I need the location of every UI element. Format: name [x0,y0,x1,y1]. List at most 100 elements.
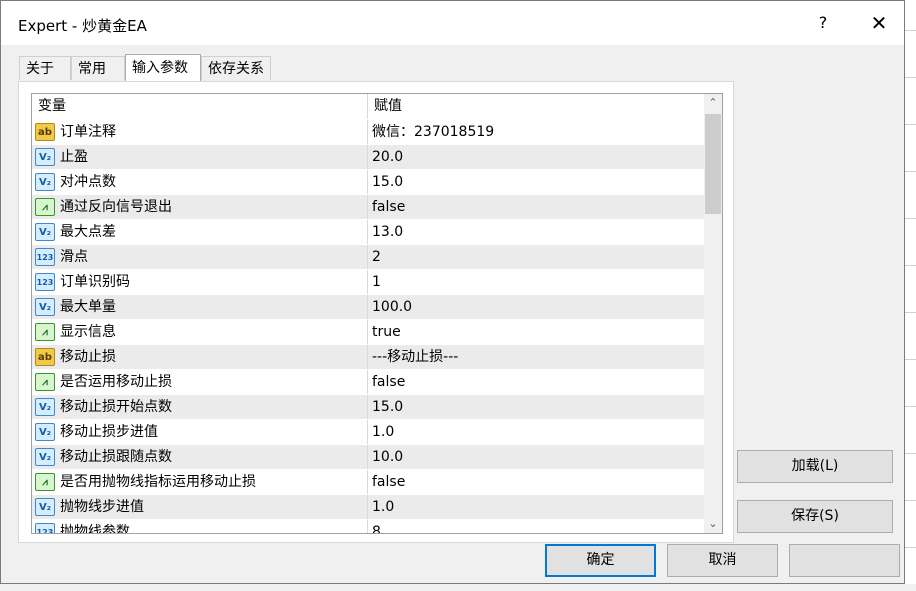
double-type-icon: V₂ [35,148,55,166]
table-row[interactable]: V₂ 止盈 20.0 [32,144,704,170]
load-button[interactable]: 加载(L) [737,450,893,483]
close-button[interactable]: ✕ [861,7,897,39]
parameter-name: 订单识别码 [60,274,130,290]
table-row[interactable]: V₂ 对冲点数 15.0 [32,169,704,195]
parameter-name: 是否运用移动止损 [60,374,172,390]
column-header-value[interactable]: 赋值 [368,94,704,119]
scroll-down-arrow-icon[interactable]: ⌄ [704,515,722,533]
table-row[interactable]: ⩘ 是否运用移动止损 false [32,369,704,395]
int-type-icon: 123 [35,523,55,533]
chart-gridline [905,124,916,125]
save-button[interactable]: 保存(S) [737,500,893,533]
column-divider [367,270,368,295]
parameter-name: 抛物线参数 [60,524,130,534]
expert-properties-dialog: Expert - 炒黄金EA ? ✕ 关于 常用 输入参数 依存关系 变量 赋值… [0,0,905,584]
help-button[interactable]: ? [807,7,839,39]
table-row[interactable]: V₂ 抛物线步进值 1.0 [32,494,704,520]
table-row[interactable]: 123 订单识别码 1 [32,269,704,295]
column-divider [367,120,368,145]
vertical-scrollbar[interactable]: ⌃ ⌄ [704,94,722,533]
column-divider [367,445,368,470]
table-row[interactable]: ⩘ 通过反向信号退出 false [32,194,704,220]
parameter-value[interactable]: ---移动止损--- [372,345,458,369]
tab-common[interactable]: 常用 [71,56,125,80]
table-row[interactable]: V₂ 移动止损跟随点数 10.0 [32,444,704,470]
bool-type-icon: ⩘ [35,323,55,341]
table-row[interactable]: V₂ 最大单量 100.0 [32,294,704,320]
tab-about[interactable]: 关于 [19,56,71,80]
parameter-name: 移动止损开始点数 [60,399,172,415]
parameter-value[interactable]: 1 [372,270,381,294]
table-row[interactable]: ⩘ 是否用抛物线指标运用移动止损 false [32,469,704,495]
double-type-icon: V₂ [35,423,55,441]
table-row[interactable]: ⩘ 显示信息 true [32,319,704,345]
chart-gridline [905,453,916,454]
column-divider [367,320,368,345]
parameter-value[interactable]: 15.0 [372,395,403,419]
parameter-name: 移动止损 [60,349,116,365]
text-type-icon: ab [35,123,55,141]
parameter-name: 是否用抛物线指标运用移动止损 [60,474,256,490]
tab-dependencies[interactable]: 依存关系 [201,56,271,80]
table-row[interactable]: ab 移动止损 ---移动止损--- [32,344,704,370]
parameter-value[interactable]: 20.0 [372,145,403,169]
column-header-variable[interactable]: 变量 [32,94,367,119]
column-divider [367,495,368,520]
column-divider [367,395,368,420]
parameter-value[interactable]: true [372,320,401,344]
chart-gridline [905,77,916,78]
table-row[interactable]: ab 订单注释 微信：237018519 [32,119,704,145]
parameter-value[interactable]: 1.0 [372,420,394,444]
background-status-strip [0,584,916,591]
parameter-value[interactable]: 8 [372,520,381,533]
text-type-icon: ab [35,348,55,366]
parameter-name: 止盈 [60,149,88,165]
parameter-value[interactable]: 15.0 [372,170,403,194]
table-row[interactable]: 123 滑点 2 [32,244,704,270]
cancel-button[interactable]: 取消 [667,544,778,577]
column-divider [367,295,368,320]
parameter-name: 最大单量 [60,299,116,315]
column-divider [367,195,368,220]
column-divider [367,220,368,245]
int-type-icon: 123 [35,248,55,266]
column-divider [367,145,368,170]
tab-inputs[interactable]: 输入参数 [125,54,201,82]
table-row[interactable]: V₂ 移动止损开始点数 15.0 [32,394,704,420]
parameter-name: 最大点差 [60,224,116,240]
scroll-up-arrow-icon[interactable]: ⌃ [704,94,722,112]
chart-gridline [905,406,916,407]
table-row[interactable]: 123 抛物线参数 8 [32,519,704,534]
double-type-icon: V₂ [35,398,55,416]
table-row[interactable]: V₂ 最大点差 13.0 [32,219,704,245]
parameter-name: 移动止损跟随点数 [60,449,172,465]
parameter-value[interactable]: 100.0 [372,295,412,319]
chart-gridline [905,312,916,313]
background-chart-strip [905,0,916,591]
table-row[interactable]: V₂ 移动止损步进值 1.0 [32,419,704,445]
reset-button[interactable] [789,544,900,577]
chart-gridline [905,359,916,360]
parameter-value[interactable]: 2 [372,245,381,269]
ok-button[interactable]: 确定 [545,544,656,577]
parameter-value[interactable]: false [372,195,405,219]
double-type-icon: V₂ [35,298,55,316]
chart-gridline [905,171,916,172]
parameter-value[interactable]: 13.0 [372,220,403,244]
parameter-value[interactable]: false [372,470,405,494]
parameter-value[interactable]: 10.0 [372,445,403,469]
parameters-grid: 变量 赋值 ab 订单注释 微信：237018519 V₂ 止盈 20.0 V₂ 对冲点数 15… [31,93,723,534]
title-bar: Expert - 炒黄金EA ? ✕ [1,1,904,45]
bool-type-icon: ⩘ [35,198,55,216]
double-type-icon: V₂ [35,223,55,241]
column-divider [367,245,368,270]
scroll-thumb[interactable] [705,114,721,214]
column-divider [367,345,368,370]
parameter-value[interactable]: 1.0 [372,495,394,519]
parameter-value[interactable]: 微信：237018519 [372,120,494,144]
inputs-panel: 变量 赋值 ab 订单注释 微信：237018519 V₂ 止盈 20.0 V₂ 对冲点数 15… [18,81,734,543]
column-divider [367,420,368,445]
chart-gridline [905,218,916,219]
parameter-name: 移动止损步进值 [60,424,158,440]
parameter-value[interactable]: false [372,370,405,394]
